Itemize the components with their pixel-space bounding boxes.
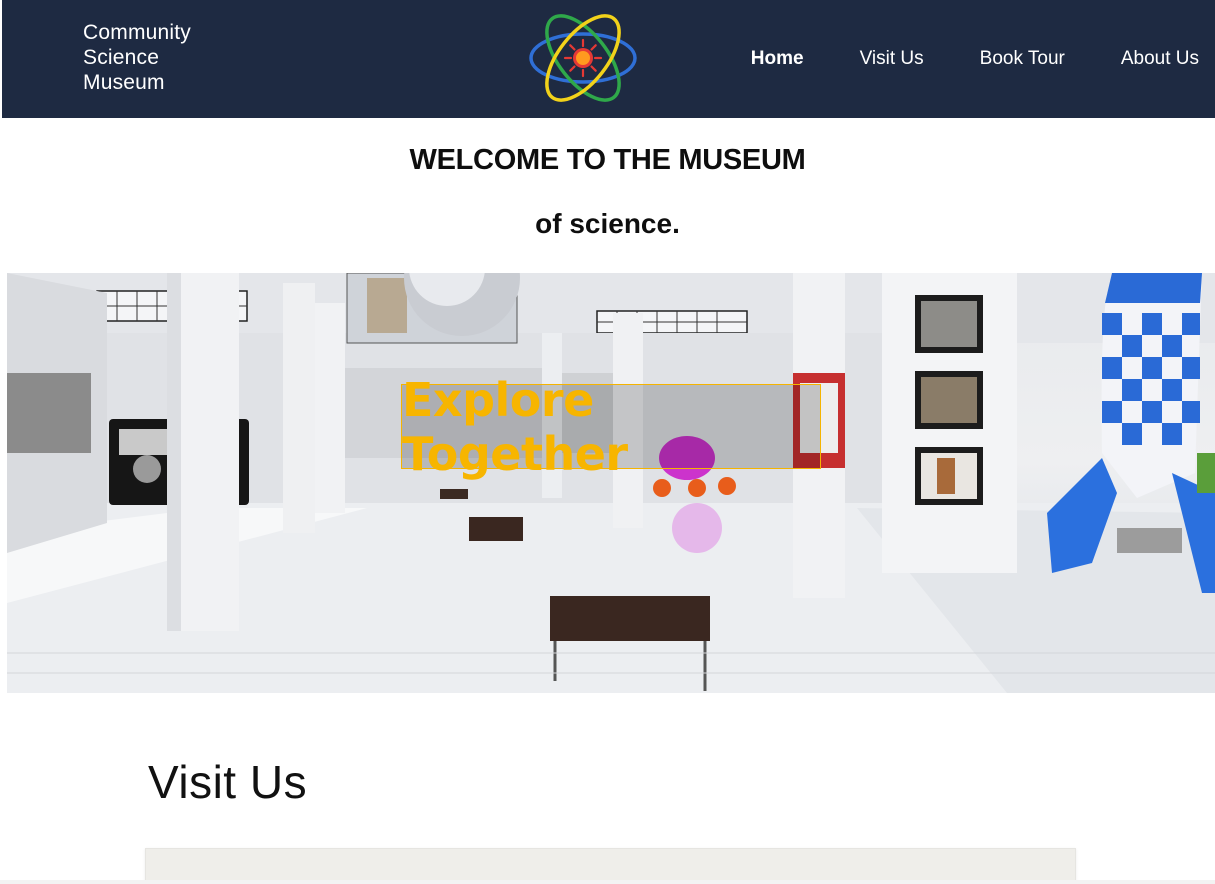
visit-us-card — [145, 848, 1076, 884]
explore-together-button[interactable]: Explore Together — [401, 373, 821, 481]
atom-logo-icon[interactable] — [526, 6, 640, 110]
visit-us-heading: Visit Us — [148, 756, 308, 808]
brand-line: Science — [83, 46, 160, 69]
hero-cta-label: Explore Together — [402, 372, 628, 481]
main-nav: Home Visit Us Book Tour About Us — [695, 0, 1199, 118]
nav-visit-us[interactable]: Visit Us — [860, 48, 924, 70]
nav-home[interactable]: Home — [751, 48, 804, 70]
page-bottom-edge — [0, 880, 1215, 884]
brand-name[interactable]: Community Science Museum — [83, 20, 243, 95]
museum-hall-illustration — [7, 273, 1215, 693]
nav-book-tour[interactable]: Book Tour — [980, 48, 1065, 70]
welcome-subheading: of science. — [535, 208, 680, 239]
nav-about-us[interactable]: About Us — [1121, 48, 1199, 70]
brand-line: Museum — [83, 71, 165, 94]
brand-line: Community — [83, 21, 191, 44]
site-header: Community Science Museum Home Visit Us B… — [2, 0, 1215, 118]
hero-banner: Explore Together — [7, 273, 1215, 693]
welcome-heading: WELCOME TO THE MUSEUM — [409, 144, 806, 176]
